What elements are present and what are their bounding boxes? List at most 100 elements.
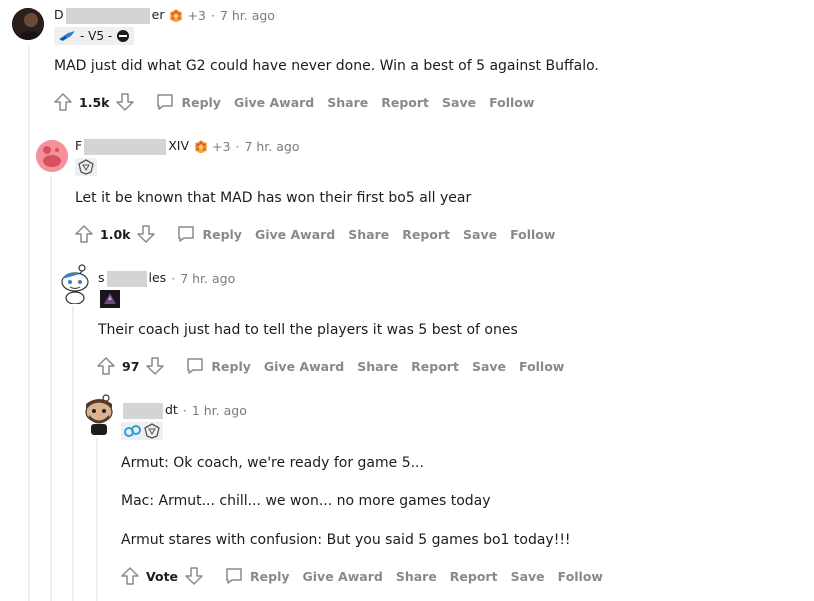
user-flair: - V5 -: [54, 27, 135, 45]
timestamp[interactable]: 7 hr. ago: [180, 271, 235, 286]
team-logo-icon: [117, 30, 130, 42]
report-button[interactable]: Report: [402, 227, 450, 242]
share-button[interactable]: Share: [396, 569, 437, 584]
redacted-username: [84, 138, 167, 155]
username[interactable]: F XIV: [75, 138, 189, 155]
user-flair: [100, 290, 120, 308]
save-button[interactable]: Save: [511, 569, 545, 584]
avatar[interactable]: [12, 8, 44, 40]
downvote-button[interactable]: [113, 90, 137, 114]
comment-text: Let it be known that MAD has won their f…: [75, 190, 472, 206]
thread-line[interactable]: [96, 438, 98, 601]
downvote-icon: [137, 225, 156, 243]
reply-button[interactable]: Reply: [185, 356, 251, 376]
thread-line[interactable]: [50, 176, 52, 601]
follow-button[interactable]: Follow: [519, 359, 564, 374]
redacted-username: [65, 7, 150, 24]
username[interactable]: Der: [54, 7, 164, 24]
share-button[interactable]: Share: [348, 227, 389, 242]
upvote-icon: [75, 225, 93, 243]
reply-icon: [157, 94, 174, 110]
save-button[interactable]: Save: [442, 95, 476, 110]
timestamp[interactable]: 7 hr. ago: [220, 8, 275, 23]
comment-actions: 1.0k Reply Give Award Share Report Save …: [72, 222, 555, 246]
comment-body: Let it be known that MAD has won their f…: [75, 188, 471, 208]
give-award-button[interactable]: Give Award: [264, 359, 344, 374]
vote-score: 1.0k: [100, 226, 131, 242]
downvote-button[interactable]: [143, 354, 167, 378]
upvote-button[interactable]: [51, 90, 75, 114]
separator: ·: [182, 402, 187, 418]
comment-text: Their coach just had to tell the players…: [98, 322, 518, 338]
avatar[interactable]: [82, 394, 116, 436]
reply-label: Reply: [250, 568, 290, 584]
comment-text: Armut: Ok coach, we're ready for game 5.…: [121, 455, 424, 471]
save-button[interactable]: Save: [472, 359, 506, 374]
reply-button[interactable]: Reply: [224, 566, 290, 586]
follow-button[interactable]: Follow: [558, 569, 603, 584]
timestamp[interactable]: 1 hr. ago: [192, 403, 247, 418]
give-award-button[interactable]: Give Award: [303, 569, 383, 584]
reply-button[interactable]: Reply: [155, 92, 221, 112]
username-suffix: er: [151, 7, 165, 22]
comment-actions: 97 Reply Give Award Share Report Save Fo…: [94, 354, 564, 378]
follow-button[interactable]: Follow: [510, 227, 555, 242]
avatar[interactable]: [36, 140, 68, 172]
snoo-avatar-icon: [61, 264, 89, 304]
redacted-username: [123, 402, 163, 419]
reply-label: Reply: [181, 94, 221, 110]
downvote-icon: [185, 567, 203, 585]
upvote-button[interactable]: [118, 564, 142, 588]
award-icon[interactable]: [193, 138, 209, 154]
share-button[interactable]: Share: [327, 95, 368, 110]
username-suffix: dt: [165, 402, 178, 417]
upvote-button[interactable]: [94, 354, 118, 378]
vote-score: 1.5k: [79, 94, 110, 110]
comment-body: Armut stares with confusion: But you sai…: [121, 530, 571, 550]
username-prefix: s: [98, 270, 105, 285]
award-icon[interactable]: [168, 7, 184, 23]
comment-text: Mac: Armut... chill... we won... no more…: [121, 493, 491, 509]
user-flair: [75, 158, 97, 176]
report-button[interactable]: Report: [411, 359, 459, 374]
timestamp[interactable]: 7 hr. ago: [244, 139, 299, 154]
vote-score: 97: [122, 358, 140, 374]
comment-text: Armut stares with confusion: But you sai…: [121, 532, 571, 548]
award-count[interactable]: +3: [212, 139, 230, 154]
report-button[interactable]: Report: [381, 95, 429, 110]
comment-meta: s les · 7 hr. ago: [98, 270, 235, 287]
report-button[interactable]: Report: [450, 569, 498, 584]
downvote-button[interactable]: [182, 564, 206, 588]
username-suffix: les: [148, 270, 167, 285]
avatar[interactable]: [58, 264, 92, 304]
upvote-button[interactable]: [72, 222, 96, 246]
reply-label: Reply: [211, 358, 251, 374]
cloud9-logo-icon: [124, 425, 141, 437]
username-suffix: XIV: [168, 138, 190, 153]
give-award-button[interactable]: Give Award: [234, 95, 314, 110]
upvote-icon: [54, 93, 72, 111]
champion-icon: [100, 290, 120, 308]
reply-label: Reply: [202, 226, 242, 242]
redacted-username: [106, 270, 147, 287]
thread-line[interactable]: [72, 306, 74, 601]
share-button[interactable]: Share: [357, 359, 398, 374]
downvote-button[interactable]: [134, 222, 158, 246]
username[interactable]: dt: [121, 402, 178, 419]
comment-body: Armut: Ok coach, we're ready for game 5.…: [121, 453, 424, 473]
upvote-icon: [97, 357, 115, 375]
reply-icon: [226, 568, 242, 584]
award-count[interactable]: +3: [187, 8, 205, 23]
follow-button[interactable]: Follow: [489, 95, 534, 110]
username[interactable]: s les: [98, 270, 166, 287]
team-logo-icon: [144, 423, 160, 439]
comment-meta: F XIV +3 · 7 hr. ago: [75, 138, 299, 155]
team-logo-icon: [78, 159, 94, 175]
give-award-button[interactable]: Give Award: [255, 227, 335, 242]
avatar-image: [12, 8, 44, 40]
reply-button[interactable]: Reply: [176, 224, 242, 244]
user-flair: [121, 422, 163, 440]
downvote-icon: [146, 357, 165, 375]
save-button[interactable]: Save: [463, 227, 497, 242]
thread-line[interactable]: [28, 46, 30, 601]
